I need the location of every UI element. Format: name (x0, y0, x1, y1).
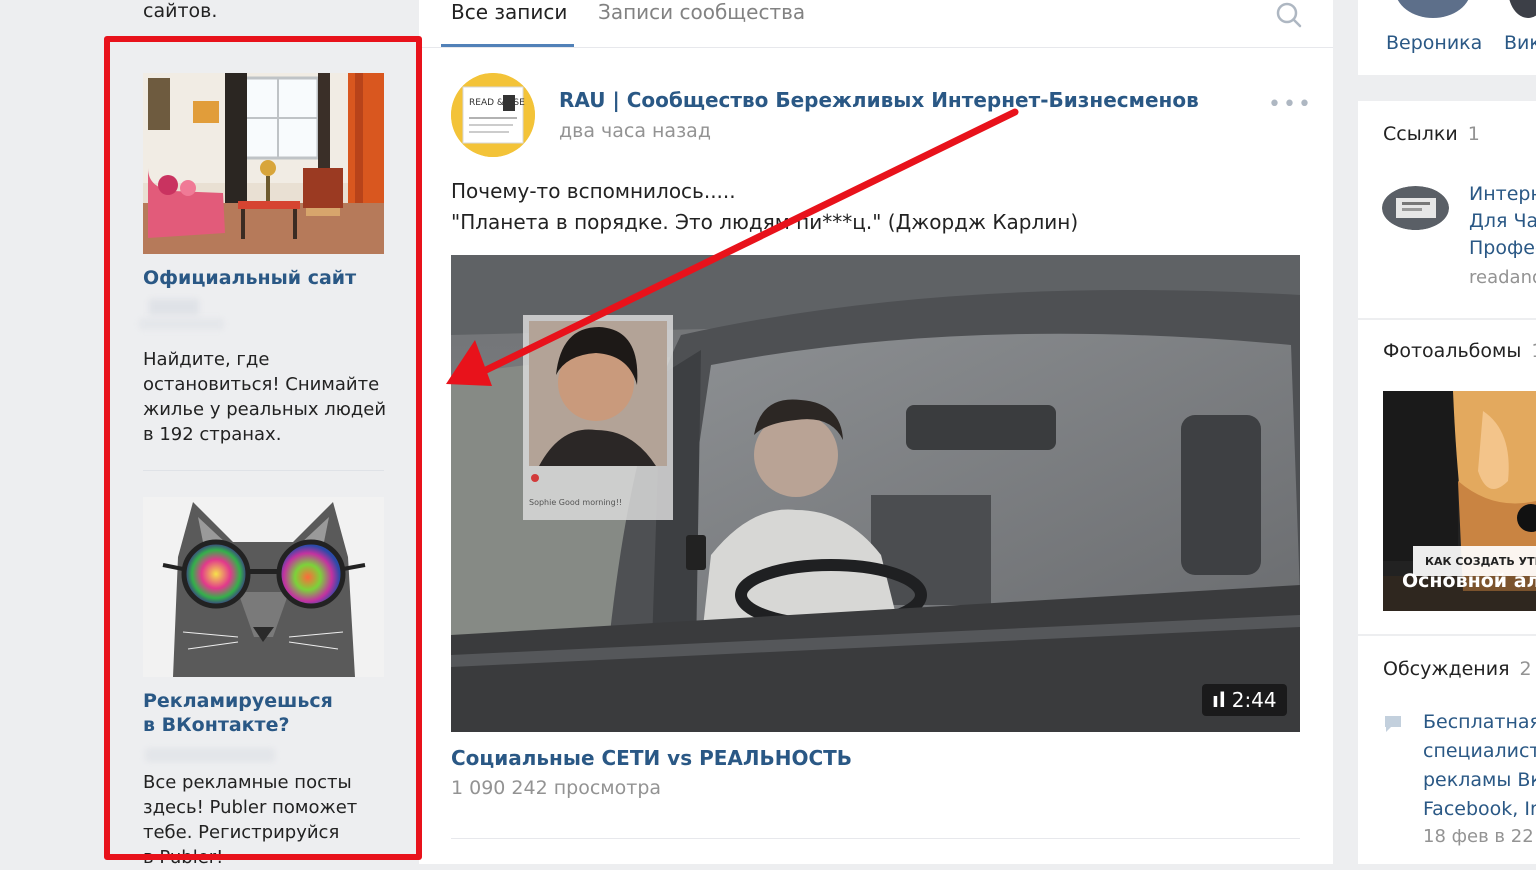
album-caption: Основной аль (1402, 570, 1536, 592)
post-timestamp[interactable]: два часа назад (559, 120, 711, 142)
albums-block: Фотоальбомы1 КАК СОЗДАТЬ УТП Основной ал… (1358, 320, 1536, 634)
albums-title[interactable]: Фотоальбомы1 (1383, 340, 1536, 362)
video-overlay-caption: Sophie Good morning!! (529, 498, 622, 507)
video-duration: ıl 2:44 (1202, 684, 1287, 716)
friends-block: Вероника Вик (1358, 0, 1536, 75)
link-thumbnail[interactable] (1382, 186, 1449, 230)
discussions-title[interactable]: Обсуждения 2 (1383, 658, 1532, 680)
post-text-line: "Планета в порядке. Это людям пи***ц." (… (451, 210, 1079, 234)
search-icon[interactable] (1275, 1, 1303, 29)
post-divider (451, 838, 1300, 839)
discussion-title[interactable]: Бесплатная специалист рекламы Вк Faceboo… (1423, 708, 1536, 824)
friend-avatar[interactable] (1395, 0, 1471, 18)
links-block: Ссылки1 Интерн Для Ча Профес readand (1358, 101, 1536, 318)
discussions-block: Обсуждения 2 Бесплатная специалист реклам… (1358, 636, 1536, 864)
video-duration-label: 2:44 (1231, 688, 1277, 712)
video-views: 1 090 242 просмотра (451, 777, 662, 799)
friend-avatar[interactable] (1508, 0, 1536, 18)
video-thumbnail[interactable]: Sophie Good morning!! (451, 255, 1300, 732)
friend-name[interactable]: Вероника (1386, 30, 1482, 57)
discussion-icon (1383, 714, 1403, 734)
stats-icon: ıl (1212, 688, 1226, 712)
album-badge-text: КАК СОЗДАТЬ УТП (1425, 555, 1536, 568)
more-options-icon[interactable]: ••• (1268, 92, 1313, 117)
links-title[interactable]: Ссылки 1 (1383, 123, 1480, 145)
post-author-link[interactable]: RAU | Сообщество Бережливых Интернет-Биз… (559, 88, 1199, 112)
tab-all-posts[interactable]: Все записи (451, 0, 567, 24)
tab-community-posts[interactable]: Записи сообщества (598, 0, 805, 24)
avatar-logo-text: READ & USE (469, 98, 525, 108)
tabs-divider (419, 47, 1333, 48)
friend-name[interactable]: Вик (1504, 30, 1536, 57)
link-domain: readand (1469, 267, 1536, 288)
community-avatar[interactable]: READ & USE (451, 73, 535, 157)
discussion-date: 18 фев в 22 (1423, 826, 1534, 847)
highlight-frame (104, 36, 422, 860)
sites-text: сайтов. (143, 0, 218, 22)
post-text-line: Почему-то вспомнилось..... (451, 179, 736, 203)
link-title[interactable]: Интерн Для Ча Профес (1469, 181, 1536, 262)
video-title-link[interactable]: Социальные СЕТИ vs РЕАЛЬНОСТЬ (451, 746, 852, 770)
